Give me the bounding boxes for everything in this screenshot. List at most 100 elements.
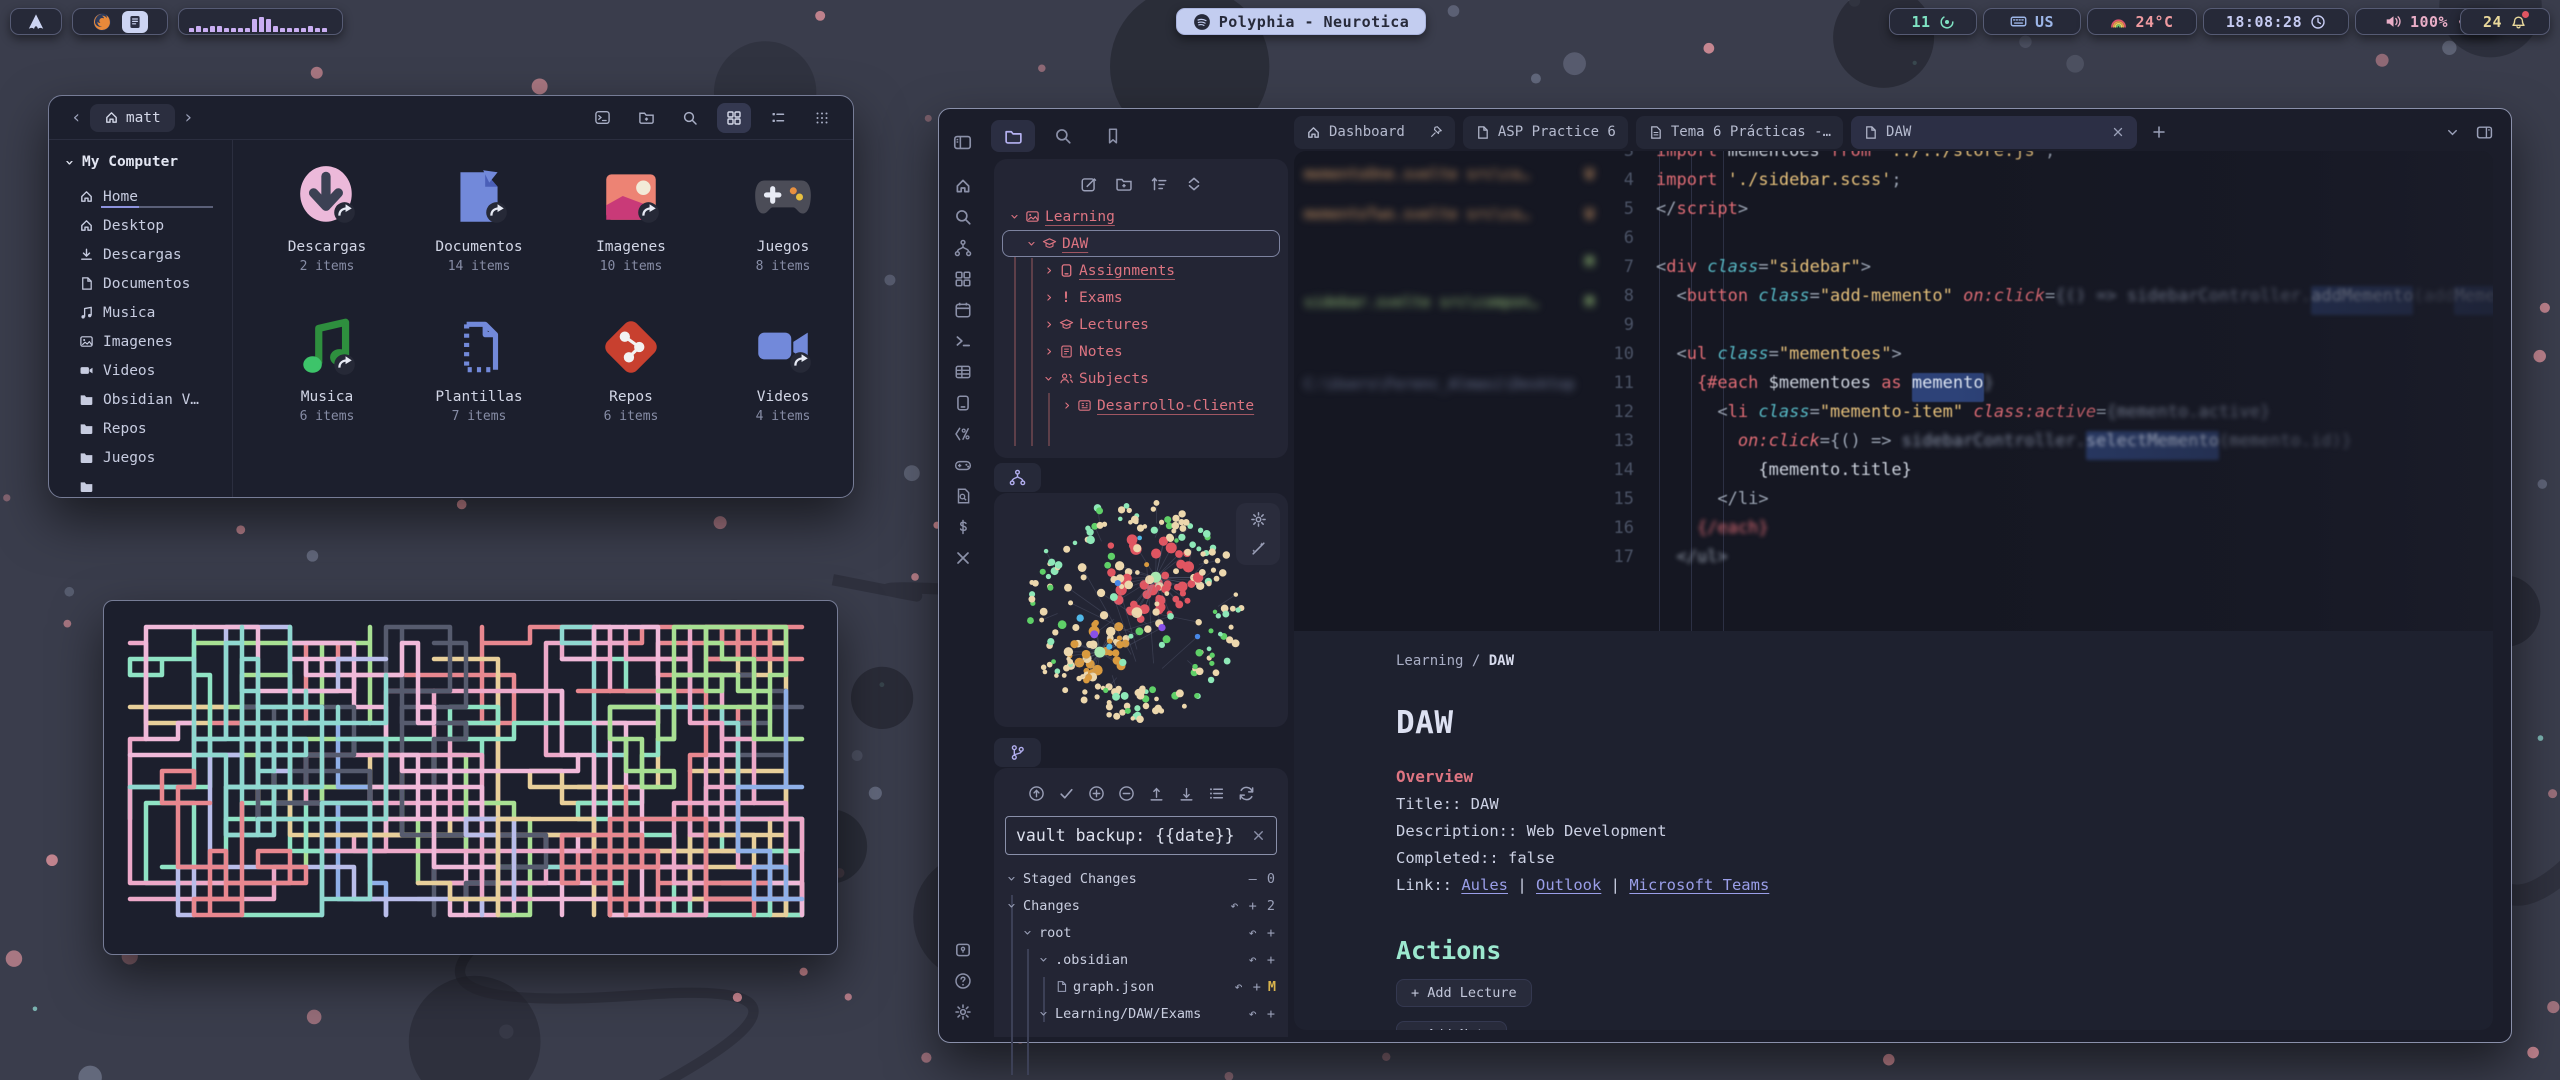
git-pull-icon[interactable] <box>1178 785 1195 802</box>
menu-button[interactable] <box>805 103 839 133</box>
sidebar-item-juegos[interactable]: Juegos <box>65 443 232 472</box>
folder-juegos[interactable]: Juegos8 items <box>707 164 859 314</box>
vault-switcher-icon[interactable] <box>948 935 978 965</box>
tree-item-daw[interactable]: › DAW <box>1002 230 1280 257</box>
new-note-icon[interactable] <box>1080 175 1098 193</box>
link-outlook[interactable]: Outlook <box>1536 876 1601 894</box>
tree-item-subjects[interactable]: › Subjects <box>1002 365 1280 392</box>
link-aules[interactable]: Aules <box>1461 876 1508 894</box>
tree-item-exams[interactable]: › ! Exams <box>1002 284 1280 311</box>
home-icon[interactable] <box>948 171 978 201</box>
folder-descargas[interactable]: Descargas2 items <box>251 164 403 314</box>
git-change-list-icon[interactable] <box>1208 785 1225 802</box>
search-icon[interactable] <box>948 202 978 232</box>
new-tab-icon[interactable] <box>2151 124 2167 140</box>
search-button[interactable] <box>673 103 707 133</box>
folder-musica[interactable]: Musica6 items <box>251 314 403 464</box>
grid-view-button[interactable] <box>717 103 751 133</box>
clock-widget[interactable]: 18:08:28 <box>2203 8 2349 35</box>
folder-imagenes[interactable]: Imagenes10 items <box>555 164 707 314</box>
git-commit-icon[interactable] <box>1058 785 1075 802</box>
sidebar-root[interactable]: › My Computer <box>65 154 232 170</box>
settings-gear-icon[interactable] <box>948 997 978 1027</box>
tree-item-lectures[interactable]: › Lectures <box>1002 311 1280 338</box>
git-push-icon[interactable] <box>1148 785 1165 802</box>
sidebar-item-home[interactable]: Home <box>65 182 232 211</box>
tab-daw[interactable]: DAW <box>1851 116 2137 149</box>
add-lecture-button[interactable]: + Add Lecture <box>1396 979 1532 1007</box>
app-launcher-button[interactable] <box>10 8 62 35</box>
git-backup-icon[interactable] <box>1028 785 1045 802</box>
notifications-widget[interactable]: 24 <box>2460 8 2550 35</box>
open-terminal-button[interactable] <box>585 103 619 133</box>
close-tab-icon[interactable] <box>2111 125 2125 139</box>
book-icon[interactable] <box>948 388 978 418</box>
git-row-staged[interactable]: ›Staged Changes — 0 <box>1004 865 1288 892</box>
sort-icon[interactable] <box>1150 175 1168 193</box>
tab-bookmarks[interactable] <box>1091 120 1135 152</box>
sidebar-item-desktop[interactable]: Desktop <box>65 211 232 240</box>
breadcrumb[interactable]: matt <box>90 104 175 132</box>
graph-settings-gear-icon[interactable] <box>1250 511 1267 528</box>
graph-panel-tab[interactable] <box>994 463 1041 492</box>
tools-icon[interactable] <box>948 543 978 573</box>
nav-forward-button[interactable]: › <box>175 107 202 128</box>
tree-item-notes[interactable]: › Notes <box>1002 338 1280 365</box>
finance-icon[interactable] <box>948 512 978 542</box>
commit-message-input[interactable]: vault backup: {{date}} <box>1005 816 1277 855</box>
folder-documentos[interactable]: Documentos14 items <box>403 164 555 314</box>
git-row-obsidian-dir[interactable]: ›.obsidian ↶ + <box>1004 946 1288 973</box>
tree-item-learning[interactable]: › Learning <box>1002 203 1280 230</box>
terminal-icon[interactable] <box>948 326 978 356</box>
sidebar-item-obsidian-vault[interactable]: Obsidian V… <box>65 385 232 414</box>
table-icon[interactable] <box>948 357 978 387</box>
tab-dashboard[interactable]: Dashboard <box>1294 116 1455 149</box>
folder-videos[interactable]: Videos4 items <box>707 314 859 464</box>
nav-back-button[interactable]: ‹ <box>63 107 90 128</box>
new-folder-button[interactable] <box>629 103 663 133</box>
sidebar-item-musica[interactable]: Musica <box>65 298 232 327</box>
graph-filter-wand-icon[interactable] <box>1250 540 1267 557</box>
sidebar-toggle-icon[interactable] <box>948 127 978 157</box>
graph-view-icon[interactable] <box>948 233 978 263</box>
media-player-widget[interactable]: Polyphia - Neurotica <box>1176 8 1426 35</box>
list-view-button[interactable] <box>761 103 795 133</box>
clear-input-icon[interactable] <box>1251 828 1266 843</box>
keyboard-layout-widget[interactable]: US <box>1983 8 2081 35</box>
tab-asp-practice[interactable]: ASP Practice 6 <box>1463 116 1628 149</box>
tree-item-assignments[interactable]: › Assignments <box>1002 257 1280 284</box>
collapse-all-icon[interactable] <box>1185 175 1203 193</box>
git-panel-tab[interactable] <box>994 738 1041 767</box>
new-folder-icon[interactable] <box>1115 175 1133 193</box>
sidebar-item-documentos[interactable]: Documentos <box>65 269 232 298</box>
git-row-learning-daw-exams[interactable]: ›Learning/DAW/Exams ↶ + <box>1004 1000 1288 1027</box>
git-row-changes[interactable]: ›Changes ↶ + 2 <box>1004 892 1288 919</box>
git-unstage-all-icon[interactable] <box>1118 785 1135 802</box>
tab-tema-practicas[interactable]: Tema 6 Prácticas -… <box>1636 116 1843 149</box>
templater-icon[interactable] <box>948 419 978 449</box>
git-row-root[interactable]: ›root ↶ + <box>1004 919 1288 946</box>
git-row-graph-json[interactable]: graph.json ↶ +M <box>1004 973 1288 1000</box>
tab-list-chevron-icon[interactable] <box>2445 125 2460 140</box>
git-stage-all-icon[interactable] <box>1088 785 1105 802</box>
firefox-icon[interactable] <box>92 12 112 32</box>
weather-widget[interactable]: 24°C <box>2087 8 2197 35</box>
document-search-icon[interactable] <box>948 481 978 511</box>
folder-repos[interactable]: Repos6 items <box>555 314 707 464</box>
git-refresh-icon[interactable] <box>1238 785 1255 802</box>
tree-item-desarrollo-cliente[interactable]: › Desarrollo-Cliente <box>1002 392 1280 419</box>
sidebar-item-repos[interactable]: Repos <box>65 414 232 443</box>
folder-plantillas[interactable]: Plantillas7 items <box>403 314 555 464</box>
add-note-button[interactable]: + Add Note <box>1396 1021 1507 1030</box>
active-app-chip[interactable] <box>122 11 148 33</box>
split-layout-icon[interactable] <box>2476 124 2493 141</box>
help-icon[interactable] <box>948 966 978 996</box>
gamepad-icon[interactable] <box>948 450 978 480</box>
calendar-icon[interactable] <box>948 295 978 325</box>
updates-widget[interactable]: 11 <box>1889 8 1977 35</box>
link-microsoft-teams[interactable]: Microsoft Teams <box>1629 876 1769 894</box>
sidebar-item-descargas[interactable]: Descargas <box>65 240 232 269</box>
dashboard-icon[interactable] <box>948 264 978 294</box>
sidebar-item-imagenes[interactable]: Imagenes <box>65 327 232 356</box>
tab-file-explorer[interactable] <box>991 120 1035 152</box>
